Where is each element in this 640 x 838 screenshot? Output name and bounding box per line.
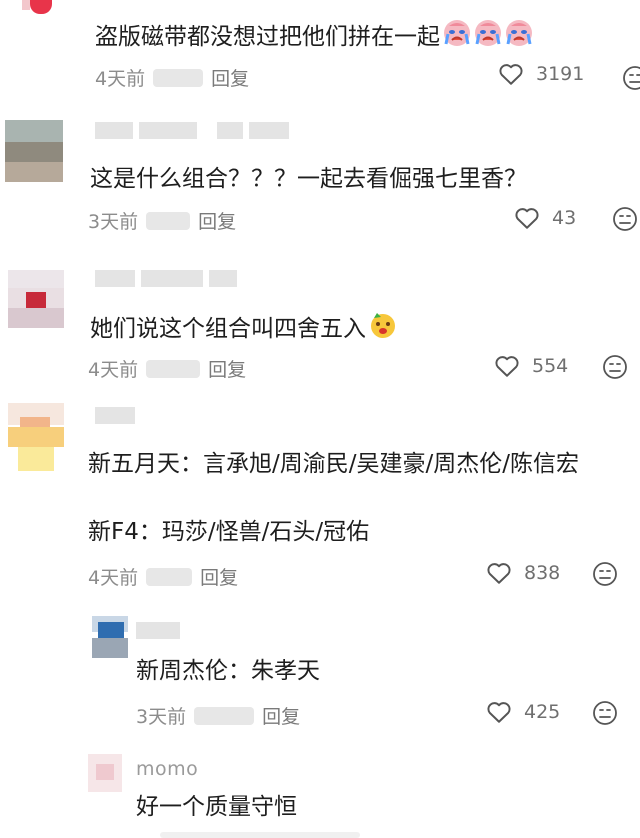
like-count: 838 <box>524 562 561 584</box>
like-count: 554 <box>532 355 569 377</box>
avatar[interactable] <box>92 616 128 658</box>
avatar[interactable] <box>8 270 64 328</box>
comment-text: 这是什么组合？？？一起去看倔强七里香？ <box>90 166 527 192</box>
comment-time: 4天前 <box>88 359 139 381</box>
heart-icon[interactable] <box>486 561 512 585</box>
comment-item: 盗版磁带都没想过把他们拼在一起 4天前 回复 3191 <box>0 0 640 100</box>
avatar[interactable] <box>8 403 64 471</box>
comment-item: 新五月天：言承旭/周渝民/吴建豪/周杰伦/陈信宏 新F4：玛莎/怪兽/石头/冠佑… <box>0 395 640 605</box>
like-count: 425 <box>524 701 561 723</box>
reply-button[interactable]: 回复 <box>211 64 249 91</box>
comment-text: 新五月天：言承旭/周渝民/吴建豪/周杰伦/陈信宏 <box>88 451 579 477</box>
username[interactable]: momo <box>136 758 198 780</box>
dislike-icon[interactable] <box>602 354 628 380</box>
heart-icon[interactable] <box>498 62 524 86</box>
comment-text: 她们说这个组合叫四舍五入 <box>90 310 398 350</box>
username-blurred[interactable] <box>136 622 180 639</box>
avatar[interactable] <box>22 0 64 20</box>
comment-time: 3天前 <box>88 211 139 233</box>
heart-icon[interactable] <box>514 206 540 230</box>
comment-time: 4天前 <box>88 567 139 589</box>
comment-time: 4天前 <box>95 68 146 90</box>
heart-icon[interactable] <box>486 700 512 724</box>
crying-face-emoji <box>442 18 534 58</box>
username-blurred[interactable] <box>95 122 289 139</box>
like-count: 43 <box>552 207 577 229</box>
location-tag <box>146 211 191 230</box>
avatar[interactable] <box>5 120 63 182</box>
dislike-icon[interactable] <box>592 700 618 726</box>
reply-button[interactable]: 回复 <box>262 702 300 729</box>
location-tag <box>153 68 204 87</box>
reply-button[interactable]: 回复 <box>208 355 246 382</box>
location-tag <box>194 706 255 725</box>
dislike-icon[interactable] <box>612 206 638 232</box>
like-count: 3191 <box>536 63 585 85</box>
dislike-icon[interactable] <box>622 65 640 91</box>
username-blurred[interactable] <box>95 270 237 287</box>
comment-time: 3天前 <box>136 706 187 728</box>
reply-button[interactable]: 回复 <box>198 207 236 234</box>
dizzy-face-emoji <box>368 310 398 350</box>
comment-item: 这是什么组合？？？一起去看倔强七里香？ 3天前 回复 43 <box>0 110 640 250</box>
reply-button[interactable]: 回复 <box>200 563 238 590</box>
comment-text: 盗版磁带都没想过把他们拼在一起 <box>95 18 534 58</box>
comment-text: 好一个质量守恒 <box>136 794 297 820</box>
dislike-icon[interactable] <box>592 561 618 587</box>
comment-text: 新周杰伦：朱孝天 <box>136 658 320 684</box>
location-tag <box>146 359 201 378</box>
username-blurred[interactable] <box>95 407 135 424</box>
comment-text-line2: 新F4：玛莎/怪兽/石头/冠佑 <box>88 519 370 545</box>
heart-icon[interactable] <box>494 354 520 378</box>
reply-item: momo 好一个质量守恒 <box>0 748 640 838</box>
comment-item: 她们说这个组合叫四舍五入 4天前 回复 554 <box>0 258 640 388</box>
reply-item: 新周杰伦：朱孝天 3天前 回复 425 <box>0 612 640 742</box>
next-comment-edge <box>160 832 360 838</box>
avatar[interactable] <box>88 754 122 792</box>
location-tag <box>146 567 193 586</box>
